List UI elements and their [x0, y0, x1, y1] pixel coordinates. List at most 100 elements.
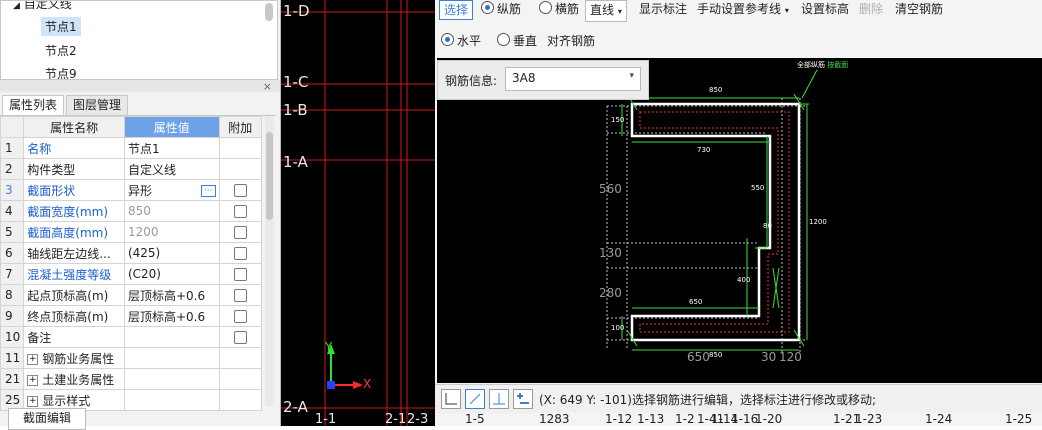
- attach-cell[interactable]: [218, 179, 262, 201]
- horizontal-radio[interactable]: 水平: [441, 32, 481, 50]
- perpendicular-icon[interactable]: [489, 389, 509, 409]
- tree-parent-item[interactable]: ◢ 自定义线: [13, 1, 72, 12]
- table-row[interactable]: 11 + 钢筋业务属性: [0, 347, 262, 369]
- table-row[interactable]: 4 截面宽度(mm) 850: [0, 200, 262, 222]
- dim-100[interactable]: 100: [611, 324, 624, 332]
- dim-650-gray[interactable]: 650: [687, 350, 710, 364]
- tree-item-node2[interactable]: 节点2: [45, 42, 77, 59]
- section-edit-button[interactable]: 截面编辑: [8, 408, 87, 430]
- attach-checkbox[interactable]: [233, 184, 247, 197]
- attach-cell[interactable]: [218, 305, 262, 327]
- property-value[interactable]: 850: [123, 200, 220, 222]
- dim-1200[interactable]: 1200: [809, 218, 827, 226]
- show-dims-button[interactable]: 显示标注: [639, 0, 687, 18]
- dim-30[interactable]: 30: [761, 350, 776, 364]
- attach-cell[interactable]: [218, 242, 262, 264]
- property-value[interactable]: [123, 326, 220, 348]
- attach-cell[interactable]: [218, 284, 262, 306]
- table-row[interactable]: 8 起点顶标高(m) 层顶标高+0.6: [0, 284, 262, 306]
- dim-400[interactable]: 400: [737, 276, 750, 284]
- property-value[interactable]: (C20): [123, 263, 220, 285]
- tab-layer-manager[interactable]: 图层管理: [66, 95, 129, 115]
- bottom-axis-label: 1-5: [465, 412, 485, 426]
- table-row[interactable]: 2 构件类型 自定义线: [0, 158, 262, 180]
- dim-560[interactable]: 560: [599, 182, 622, 196]
- dim-850-top[interactable]: 850: [709, 86, 722, 94]
- radio-off-icon: [539, 1, 552, 14]
- dim-550[interactable]: 550: [751, 184, 764, 192]
- close-icon[interactable]: ×: [263, 80, 272, 93]
- property-value[interactable]: 节点1: [123, 137, 220, 159]
- property-name: 轴线距左边线...: [23, 242, 125, 264]
- attach-cell[interactable]: [218, 326, 262, 348]
- property-value[interactable]: 层顶标高+0.6: [123, 305, 220, 327]
- longitudinal-radio[interactable]: 纵筋: [481, 0, 521, 18]
- transverse-radio[interactable]: 横筋: [539, 0, 579, 18]
- expand-plus-icon[interactable]: +: [27, 395, 39, 407]
- attach-checkbox[interactable]: [233, 205, 247, 218]
- table-row[interactable]: 10 备注: [0, 326, 262, 348]
- dim-80[interactable]: 80: [763, 222, 772, 230]
- attach-checkbox[interactable]: [233, 226, 247, 239]
- attach-checkbox[interactable]: [233, 310, 247, 323]
- property-value[interactable]: [123, 368, 220, 390]
- axis-label-1a: 1-A: [283, 153, 308, 171]
- table-row[interactable]: 3 截面形状 异形 ···: [0, 179, 262, 201]
- dim-150[interactable]: 150: [611, 116, 624, 124]
- cad-viewport[interactable]: 1-D 1-C 1-B 1-A 2-A 1-1 2-1 2-3 Y X: [281, 0, 435, 426]
- attach-cell[interactable]: [218, 263, 262, 285]
- property-value[interactable]: 异形 ···: [123, 179, 220, 201]
- add-rebar-icon[interactable]: [513, 389, 533, 409]
- attach-checkbox[interactable]: [233, 331, 247, 344]
- more-options-icon[interactable]: ···: [200, 184, 216, 197]
- property-value[interactable]: 自定义线: [123, 158, 220, 180]
- line-type-dropdown[interactable]: 直线 ▾: [585, 0, 627, 22]
- section-canvas[interactable]: 全部纵筋 按截面 850 150 730 550 1200 80 560 130…: [437, 58, 1042, 383]
- rebar-info-select[interactable]: 3A8 ▾: [505, 67, 641, 91]
- set-elevation-button[interactable]: 设置标高: [801, 0, 849, 18]
- dim-850-bottom[interactable]: 850: [709, 351, 722, 359]
- property-value[interactable]: [123, 389, 220, 411]
- header-property-name: 属性名称: [23, 116, 125, 138]
- property-value[interactable]: [123, 347, 220, 369]
- tree-item-node9[interactable]: 节点9: [45, 65, 77, 79]
- tree-scrollbar[interactable]: [265, 3, 273, 21]
- line-draw-icon[interactable]: [465, 389, 485, 409]
- table-row[interactable]: 1 名称 节点1: [0, 137, 262, 159]
- attach-checkbox[interactable]: [233, 247, 247, 260]
- attach-cell[interactable]: [218, 200, 262, 222]
- property-name: 截面宽度(mm): [23, 200, 125, 222]
- dim-650[interactable]: 650: [689, 298, 702, 306]
- tree-item-node1[interactable]: 节点1: [41, 17, 81, 36]
- angle-icon[interactable]: [441, 389, 461, 409]
- property-value[interactable]: (425): [123, 242, 220, 264]
- dim-730[interactable]: 730: [697, 146, 710, 154]
- table-row[interactable]: 6 轴线距左边线... (425): [0, 242, 262, 264]
- clear-rebar-button[interactable]: 清空钢筋: [895, 0, 943, 18]
- dim-280[interactable]: 280: [599, 286, 622, 300]
- attach-checkbox[interactable]: [233, 268, 247, 281]
- vertical-radio[interactable]: 垂直: [497, 32, 537, 50]
- attach-cell[interactable]: [218, 221, 262, 243]
- grid-scrollbar-thumb[interactable]: [266, 132, 273, 220]
- align-rebar-button[interactable]: 对齐钢筋: [547, 32, 595, 50]
- table-row[interactable]: 5 截面高度(mm) 1200: [0, 221, 262, 243]
- property-value[interactable]: 1200: [123, 221, 220, 243]
- property-value[interactable]: 层顶标高+0.6: [123, 284, 220, 306]
- table-row[interactable]: 7 混凝土强度等级 (C20): [0, 263, 262, 285]
- table-row[interactable]: 21 + 土建业务属性: [0, 368, 262, 390]
- header-attach: 附加: [218, 116, 262, 138]
- expand-plus-icon[interactable]: +: [27, 353, 39, 365]
- attach-checkbox[interactable]: [233, 289, 247, 302]
- expand-plus-icon[interactable]: +: [27, 374, 39, 386]
- select-button[interactable]: 选择: [439, 0, 474, 20]
- panel-splitter[interactable]: [0, 80, 280, 92]
- table-row[interactable]: 9 终点顶标高(m) 层顶标高+0.6: [0, 305, 262, 327]
- collapse-arrow-icon[interactable]: ◢: [13, 1, 20, 11]
- dim-120[interactable]: 120: [779, 350, 802, 364]
- dim-130[interactable]: 130: [599, 246, 622, 260]
- delete-button[interactable]: 删除: [859, 0, 883, 18]
- bottom-axis-label: 1-12: [605, 412, 633, 426]
- tab-property-list[interactable]: 属性列表: [2, 95, 65, 115]
- manual-ref-dropdown[interactable]: 手动设置参考线 ▾: [697, 0, 789, 20]
